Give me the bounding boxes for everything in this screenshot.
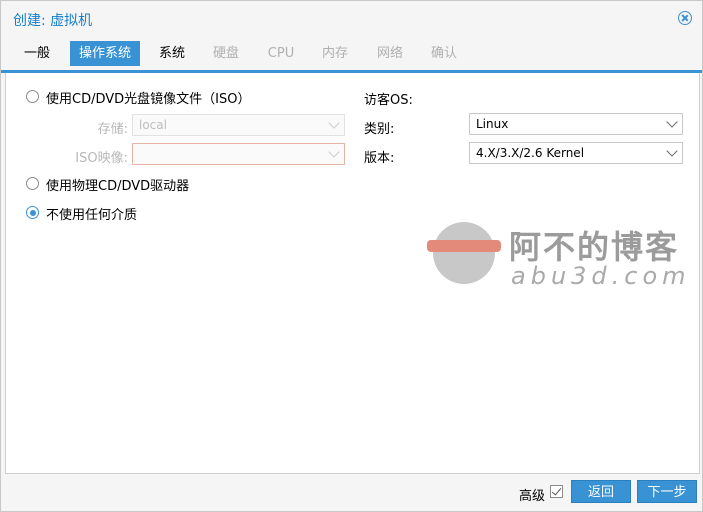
- chevron-down-icon: [328, 117, 340, 129]
- dialog-title: 创建: 虚拟机: [13, 13, 93, 29]
- watermark-subtext: abu3d.com: [511, 262, 691, 290]
- next-button[interactable]: 下一步: [637, 480, 697, 503]
- os-type-label: 类别:: [364, 122, 395, 137]
- advanced-checkbox[interactable]: [550, 485, 563, 498]
- chevron-down-icon[interactable]: [666, 116, 678, 128]
- tab-system[interactable]: 系统: [152, 41, 192, 66]
- iso-label: ISO映像:: [75, 151, 128, 166]
- radio-iso[interactable]: [26, 90, 39, 103]
- storage-select: local: [132, 114, 345, 136]
- os-type-value: Linux: [476, 117, 509, 131]
- watermark-mascot-icon: [433, 222, 495, 284]
- dialog-footer: 高级 返回 下一步: [1, 475, 702, 511]
- create-vm-dialog: 创建: 虚拟机 一般 操作系统 系统 硬盘 CPU 内存 网络 确认 使用CD/…: [0, 0, 703, 512]
- tab-general[interactable]: 一般: [17, 41, 57, 66]
- radio-none[interactable]: [26, 206, 39, 219]
- back-button[interactable]: 返回: [571, 480, 631, 503]
- tab-network: 网络: [376, 46, 403, 61]
- option-none-label: 不使用任何介质: [46, 208, 138, 223]
- os-type-select[interactable]: Linux: [469, 113, 683, 135]
- iso-select: [132, 143, 345, 165]
- watermark-headband: [427, 240, 501, 252]
- tab-memory: 内存: [321, 46, 348, 61]
- tab-cpu: CPU: [267, 46, 295, 61]
- tab-disk: 硬盘: [212, 46, 239, 61]
- close-icon[interactable]: [678, 11, 692, 25]
- advanced-label: 高级: [519, 489, 546, 504]
- storage-label: 存储:: [97, 122, 128, 137]
- tab-confirm: 确认: [430, 46, 457, 61]
- radio-physical[interactable]: [26, 177, 39, 190]
- option-physical-label: 使用物理CD/DVD驱动器: [46, 179, 190, 194]
- os-version-label: 版本:: [364, 151, 395, 166]
- title-bar: 创建: 虚拟机: [1, 1, 702, 35]
- chevron-down-icon[interactable]: [666, 145, 678, 157]
- os-version-value: 4.X/3.X/2.6 Kernel: [476, 146, 585, 160]
- watermark: 阿不的博客 abu3d.com: [425, 216, 700, 294]
- guest-os-heading: 访客OS:: [364, 93, 413, 108]
- tab-os[interactable]: 操作系统: [70, 41, 140, 66]
- storage-value: local: [139, 118, 167, 132]
- chevron-down-icon: [328, 146, 340, 158]
- tab-bar: 一般 操作系统 系统 硬盘 CPU 内存 网络 确认: [1, 41, 702, 67]
- option-iso-label: 使用CD/DVD光盘镜像文件（ISO）: [46, 92, 251, 107]
- os-version-select[interactable]: 4.X/3.X/2.6 Kernel: [469, 142, 683, 164]
